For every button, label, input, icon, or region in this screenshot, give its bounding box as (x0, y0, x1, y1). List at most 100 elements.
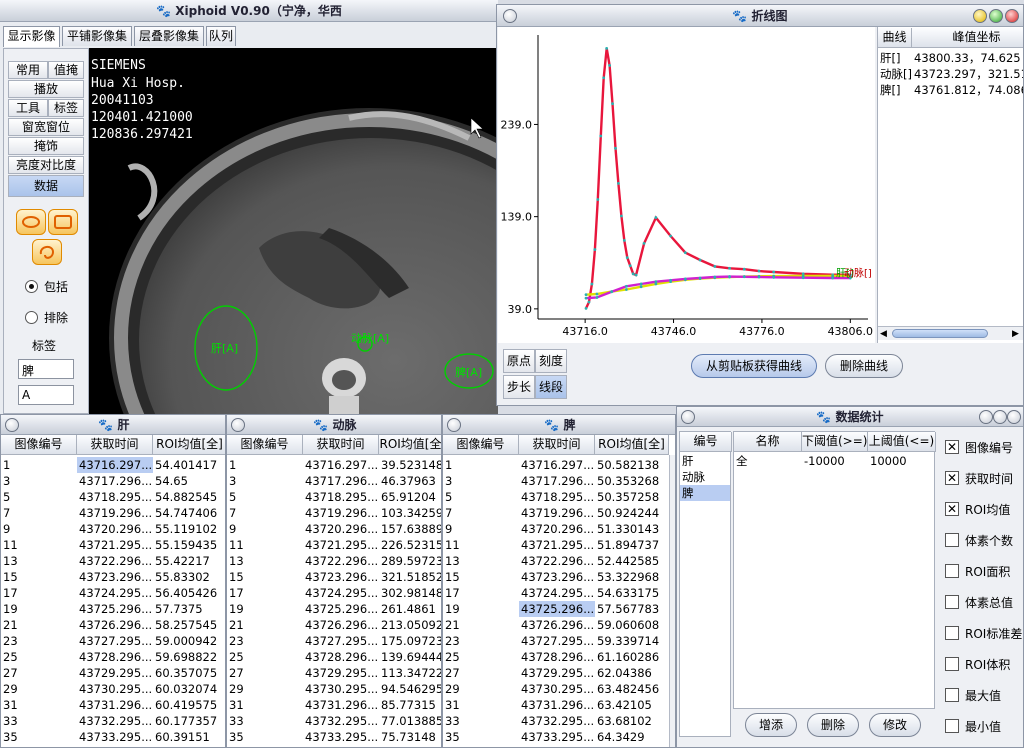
column-header[interactable]: ROI均值[全] (153, 435, 225, 455)
table-row[interactable]: 29 43730.295... 63.482456 (443, 681, 669, 697)
table-row[interactable]: 27 43729.295... 113.34722 (227, 665, 441, 681)
series-list-header[interactable]: 编号 (680, 432, 732, 452)
include-radio[interactable] (25, 280, 38, 293)
table-row[interactable]: 23 43727.295... 59.339714 (443, 633, 669, 649)
liver-grid-menu-button[interactable] (5, 418, 19, 432)
peak-scroll-right[interactable]: ▶ (1012, 329, 1019, 339)
spleen-grid-titlebar[interactable]: 🐾 脾 (443, 415, 675, 435)
table-row[interactable]: 21 43726.296... 58.257545 (1, 617, 225, 633)
series-list-item[interactable]: 脾 (680, 485, 730, 501)
table-row[interactable]: 13 43722.296... 289.59723 (227, 553, 441, 569)
peak-col-curve[interactable]: 曲线 (878, 28, 912, 48)
sidebar-btn-mask[interactable]: 掩饰 (8, 137, 84, 155)
table-row[interactable]: 27 43729.295... 60.357075 (1, 665, 225, 681)
sidebar-btn-brightness-contrast[interactable]: 亮度对比度 (8, 156, 84, 174)
table-row[interactable]: 13 43722.296... 52.442585 (443, 553, 669, 569)
table-row[interactable]: 9 43720.296... 51.330143 (443, 521, 669, 537)
add-button[interactable]: 增添 (745, 713, 797, 737)
table-row[interactable]: 3 43717.296... 54.65 (1, 473, 225, 489)
peak-row[interactable]: 脾[] 43761.812，74.0869 (878, 82, 1023, 98)
table-row[interactable]: 11 43721.295... 55.159435 (1, 537, 225, 553)
artery-grid-titlebar[interactable]: 🐾 动脉 (227, 415, 441, 435)
sidebar-btn-tools[interactable]: 工具 (8, 99, 48, 117)
peak-table-hscroll[interactable]: ◀ ▶ (878, 326, 1023, 340)
minimize-button[interactable] (973, 9, 987, 23)
chart-window-menu-button[interactable] (503, 9, 517, 23)
table-row[interactable]: 9 43720.296... 157.63889 (227, 521, 441, 537)
peak-col-peak[interactable]: 峰值坐标 (912, 28, 1023, 48)
column-header[interactable]: 图像编号 (443, 435, 519, 455)
table-row[interactable]: 31 43731.296... 60.419575 (1, 697, 225, 713)
label-input-secondary[interactable]: A (18, 385, 74, 405)
tab-stack-images[interactable]: 层叠影像集 (134, 26, 204, 46)
table-row[interactable]: 19 43725.296... 261.4861 (227, 601, 441, 617)
table-row[interactable]: 17 43724.295... 302.98148 (227, 585, 441, 601)
stat-checkbox[interactable] (945, 533, 959, 547)
artery-grid-menu-button[interactable] (231, 418, 245, 432)
stat-checkbox[interactable] (945, 657, 959, 671)
threshold-col-lower[interactable]: 下阈值(>=) (802, 432, 868, 452)
table-row[interactable]: 5 43718.295... 54.882545 (1, 489, 225, 505)
table-row[interactable]: 11 43721.295... 226.52315 (227, 537, 441, 553)
main-titlebar[interactable]: 🐾 Xiphoid V0.90（宁净，华西 (0, 0, 498, 22)
table-row[interactable]: 29 43730.295... 60.032074 (1, 681, 225, 697)
freehand-roi-button[interactable] (32, 239, 62, 265)
table-row[interactable]: 31 43731.296... 85.77315 (227, 697, 441, 713)
close-button[interactable] (1005, 9, 1019, 23)
table-row[interactable]: 15 43723.296... 55.83302 (1, 569, 225, 585)
stat-checkbox[interactable] (945, 626, 959, 640)
series-list-item[interactable]: 动脉 (680, 469, 730, 485)
sidebar-btn-window-level[interactable]: 窗宽窗位 (8, 118, 84, 136)
column-header[interactable]: ROI均值[全 (379, 435, 441, 455)
peak-row[interactable]: 肝[] 43800.33，74.625 (878, 50, 1023, 66)
delete-curve-button[interactable]: 删除曲线 (825, 354, 903, 378)
tab-display-image[interactable]: 显示影像 (3, 26, 60, 47)
sidebar-btn-play[interactable]: 播放 (8, 80, 84, 98)
stat-checkbox[interactable]: ✕ (945, 440, 959, 454)
stats-close-button[interactable] (1007, 410, 1021, 424)
stats-minimize-button[interactable] (979, 410, 993, 424)
stat-checkbox[interactable]: ✕ (945, 471, 959, 485)
stat-checkbox[interactable] (945, 595, 959, 609)
label-input[interactable]: 脾 (18, 359, 74, 379)
scale-button[interactable]: 刻度 (535, 349, 567, 373)
chart-titlebar[interactable]: 🐾 折线图 (497, 5, 1023, 27)
table-row[interactable]: 23 43727.295... 59.000942 (1, 633, 225, 649)
table-row[interactable]: 33 43732.295... 60.177357 (1, 713, 225, 729)
stats-menu-button[interactable] (681, 410, 695, 424)
table-row[interactable]: 15 43723.296... 53.322968 (443, 569, 669, 585)
table-row[interactable]: 35 43733.295... 75.73148 (227, 729, 441, 745)
column-header[interactable]: 获取时间 (519, 435, 595, 455)
maximize-button[interactable] (989, 9, 1003, 23)
stat-checkbox[interactable] (945, 688, 959, 702)
stat-checkbox[interactable]: ✕ (945, 502, 959, 516)
table-row[interactable]: 13 43722.296... 55.42217 (1, 553, 225, 569)
table-row[interactable]: 1 43716.297... 50.582138 (443, 457, 669, 473)
table-row[interactable]: 1 43716.297... 54.401417 (1, 457, 225, 473)
sidebar-btn-data[interactable]: 数据 (8, 175, 84, 197)
sidebar-btn-labels[interactable]: 标签 (48, 99, 84, 117)
exclude-radio[interactable] (25, 311, 38, 324)
origin-button[interactable]: 原点 (503, 349, 535, 373)
table-row[interactable]: 23 43727.295... 175.09723 (227, 633, 441, 649)
table-row[interactable]: 33 43732.295... 63.68102 (443, 713, 669, 729)
ct-viewport[interactable]: SIEMENS Hua Xi Hosp. 20041103 120401.421… (89, 48, 498, 414)
table-row[interactable]: 3 43717.296... 50.353268 (443, 473, 669, 489)
column-header[interactable]: 获取时间 (303, 435, 379, 455)
column-header[interactable]: ROI均值[全] (595, 435, 669, 455)
spleen-grid-vscroll[interactable] (669, 455, 675, 747)
table-row[interactable]: 31 43731.296... 63.42105 (443, 697, 669, 713)
column-header[interactable]: 图像编号 (1, 435, 77, 455)
peak-row[interactable]: 动脉[]43723.297，321.518 (878, 66, 1023, 82)
table-row[interactable]: 11 43721.295... 51.894737 (443, 537, 669, 553)
table-row[interactable]: 5 43718.295... 65.91204 (227, 489, 441, 505)
series-list-item[interactable]: 肝 (680, 453, 730, 469)
stats-titlebar[interactable]: 🐾 数据统计 (677, 407, 1023, 427)
segment-button[interactable]: 线段 (535, 375, 567, 399)
table-row[interactable]: 35 43733.295... 60.39151 (1, 729, 225, 745)
tab-queue[interactable]: 队列 (206, 26, 236, 46)
table-row[interactable]: 5 43718.295... 50.357258 (443, 489, 669, 505)
table-row[interactable]: 33 43732.295... 77.013885 (227, 713, 441, 729)
stat-checkbox[interactable] (945, 719, 959, 733)
table-row[interactable]: 25 43728.296... 61.160286 (443, 649, 669, 665)
